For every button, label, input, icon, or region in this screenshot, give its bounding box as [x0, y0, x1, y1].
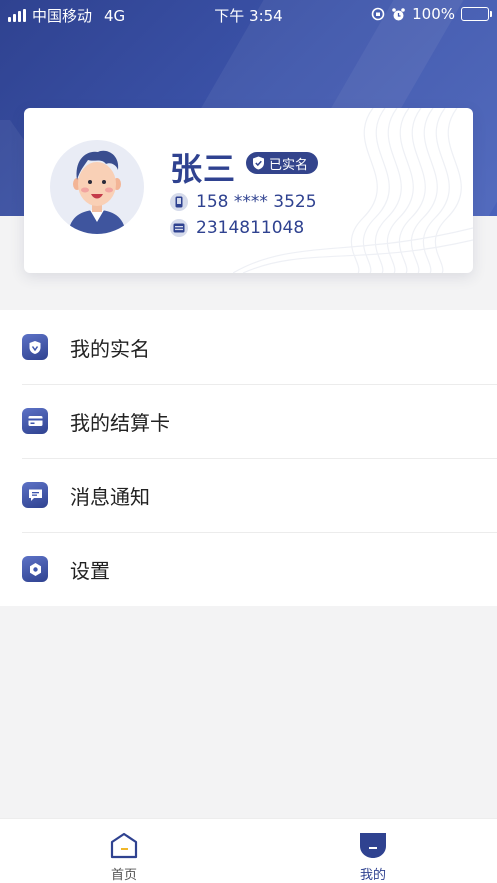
tab-home-label: 首页 [110, 868, 137, 883]
shield-check-icon [22, 334, 48, 360]
menu-item-label: 我的结算卡 [70, 411, 170, 435]
home-icon [110, 832, 138, 859]
phone-number: 158 **** 3525 [196, 192, 317, 212]
phone-icon [170, 193, 188, 211]
rotation-lock-icon [371, 7, 385, 21]
profile-card[interactable]: 张三 已实名 158 **** 3525 2314811048 [24, 108, 473, 273]
id-row: 2314811048 [170, 218, 304, 238]
message-icon [22, 482, 48, 508]
id-card-icon [170, 219, 188, 237]
user-id-number: 2314811048 [196, 218, 305, 238]
menu-item-settings[interactable]: 设置 [0, 532, 497, 606]
menu-item-notifications[interactable]: 消息通知 [0, 458, 497, 532]
avatar[interactable] [50, 140, 144, 234]
menu-item-label: 消息通知 [70, 485, 150, 509]
card-wave-decoration [233, 108, 473, 273]
menu-item-settlement-card[interactable]: 我的结算卡 [0, 384, 497, 458]
battery-percent: 100% [412, 5, 455, 23]
menu-item-label: 我的实名 [70, 337, 150, 361]
verified-badge-label: 已实名 [269, 157, 309, 173]
menu-item-label: 设置 [70, 559, 110, 583]
status-bar: 中国移动 4G 下午 3:54 100% [0, 0, 497, 28]
gear-icon [22, 556, 48, 582]
alarm-icon [392, 7, 405, 20]
menu-item-my-verification[interactable]: 我的实名 [0, 310, 497, 384]
tab-bar: 首页 我的 [0, 818, 497, 883]
card-icon [22, 408, 48, 434]
tab-mine[interactable]: 我的 [249, 819, 497, 883]
tab-mine-label: 我的 [359, 868, 386, 883]
shield-check-icon [253, 156, 264, 170]
profile-icon [360, 833, 386, 858]
user-name: 张三 [170, 150, 237, 188]
menu-list: 我的实名 我的结算卡 消息通知 设置 [0, 310, 497, 606]
verified-badge: 已实名 [246, 152, 319, 174]
tab-home[interactable]: 首页 [0, 819, 248, 883]
battery-icon [461, 7, 492, 21]
phone-row: 158 **** 3525 [170, 192, 317, 212]
